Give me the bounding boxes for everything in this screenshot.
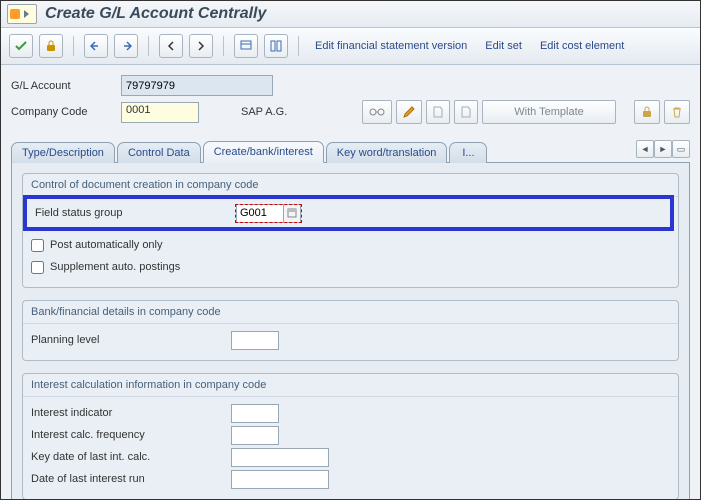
gl-account-input[interactable] xyxy=(121,75,273,96)
display-icon[interactable] xyxy=(234,34,258,58)
next-icon[interactable] xyxy=(189,34,213,58)
lock-icon[interactable] xyxy=(634,100,660,124)
edit-set-link[interactable]: Edit set xyxy=(479,40,528,52)
page-title: Create G/L Account Centrally xyxy=(45,5,266,23)
interest-frequency-input[interactable] xyxy=(231,426,279,445)
refresh-lock-icon[interactable] xyxy=(39,34,63,58)
gl-account-label: G/L Account xyxy=(11,80,121,92)
date-last-interest-run-label: Date of last interest run xyxy=(31,473,231,485)
separator xyxy=(223,36,224,56)
planning-level-input[interactable] xyxy=(231,331,279,350)
section-document-control: Control of document creation in company … xyxy=(22,173,679,288)
separator xyxy=(148,36,149,56)
highlight-field-status-group: Field status group xyxy=(23,195,674,231)
tab-keyword-translation[interactable]: Key word/translation xyxy=(326,142,448,163)
tab-list-icon[interactable]: ▭ xyxy=(672,140,690,158)
post-automatically-label: Post automatically only xyxy=(50,239,163,251)
section-bank-financial: Bank/financial details in company code P… xyxy=(22,300,679,361)
tab-strip: Type/Description Control Data Create/ban… xyxy=(11,140,690,163)
doc2-icon[interactable] xyxy=(454,100,478,124)
section-interest-calc: Interest calculation information in comp… xyxy=(22,373,679,500)
interest-indicator-input[interactable] xyxy=(231,404,279,423)
accept-icon[interactable] xyxy=(9,34,33,58)
tab-type-description[interactable]: Type/Description xyxy=(11,142,115,163)
tab-info-truncated[interactable]: I... xyxy=(449,142,487,163)
transaction-icon[interactable] xyxy=(7,4,37,24)
redo-icon[interactable] xyxy=(114,34,138,58)
tab-scroll-right-icon[interactable]: ► xyxy=(654,140,672,158)
undo-icon[interactable] xyxy=(84,34,108,58)
key-date-last-calc-input[interactable] xyxy=(231,448,329,467)
field-status-group-input[interactable] xyxy=(236,204,284,223)
separator xyxy=(73,36,74,56)
field-status-group-f4-icon[interactable] xyxy=(284,204,301,223)
prev-icon[interactable] xyxy=(159,34,183,58)
date-last-interest-run-input[interactable] xyxy=(231,470,329,489)
doc1-icon[interactable] xyxy=(426,100,450,124)
with-template-label: With Template xyxy=(514,106,584,118)
trash-icon[interactable] xyxy=(664,100,690,124)
pencil-icon[interactable] xyxy=(396,100,422,124)
section-document-control-title: Control of document creation in company … xyxy=(23,174,678,197)
company-code-input[interactable]: 0001 xyxy=(121,102,199,123)
with-template-button[interactable]: With Template xyxy=(482,100,616,124)
field-status-group-label: Field status group xyxy=(35,207,235,219)
layout-icon[interactable] xyxy=(264,34,288,58)
glasses-icon[interactable] xyxy=(362,100,392,124)
separator xyxy=(298,36,299,56)
planning-level-label: Planning level xyxy=(31,334,231,346)
interest-indicator-label: Interest indicator xyxy=(31,407,231,419)
tab-scroll-left-icon[interactable]: ◄ xyxy=(636,140,654,158)
tab-create-bank-interest[interactable]: Create/bank/interest xyxy=(203,141,324,163)
interest-frequency-label: Interest calc. frequency xyxy=(31,429,231,441)
post-automatically-checkbox[interactable] xyxy=(31,239,44,252)
toolbar: Edit financial statement version Edit se… xyxy=(1,28,700,65)
edit-fsv-link[interactable]: Edit financial statement version xyxy=(309,40,473,52)
company-name: SAP A.G. xyxy=(231,106,287,118)
header-buttons: With Template xyxy=(362,100,690,124)
tab-control-data[interactable]: Control Data xyxy=(117,142,201,163)
edit-cost-element-link[interactable]: Edit cost element xyxy=(534,40,630,52)
key-date-last-calc-label: Key date of last int. calc. xyxy=(31,451,231,463)
supplement-auto-postings-label: Supplement auto. postings xyxy=(50,261,180,273)
tab-panel: Control of document creation in company … xyxy=(11,163,690,500)
window-title-row: Create G/L Account Centrally xyxy=(1,1,700,28)
section-bank-financial-title: Bank/financial details in company code xyxy=(23,301,678,324)
section-interest-calc-title: Interest calculation information in comp… xyxy=(23,374,678,397)
supplement-auto-postings-checkbox[interactable] xyxy=(31,261,44,274)
company-code-label: Company Code xyxy=(11,106,121,118)
header-area: G/L Account Company Code 0001 SAP A.G. W… xyxy=(11,75,690,124)
